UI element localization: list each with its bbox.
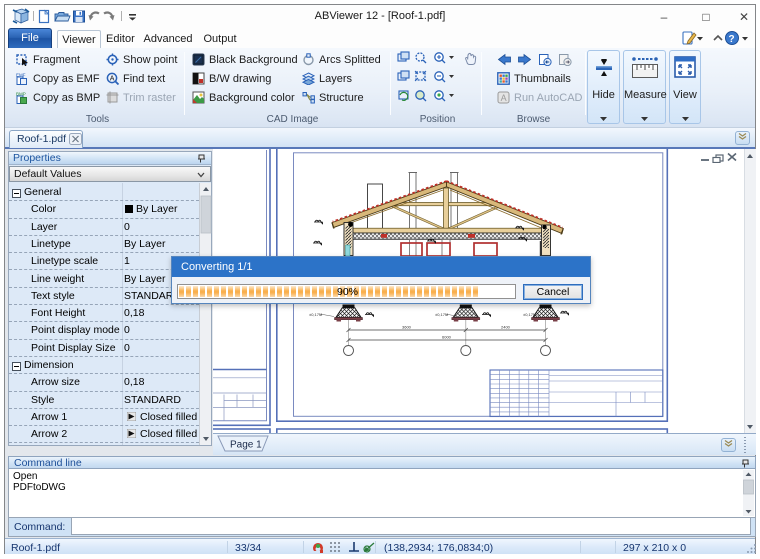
svg-text:6000: 6000: [442, 335, 452, 340]
svg-text:±0,17M: ±0,17M: [523, 312, 536, 317]
svg-text:2400: 2400: [501, 325, 511, 330]
svg-text:Page 1: Page 1: [230, 440, 262, 451]
svg-text:A: A: [501, 93, 507, 103]
svg-text:±0,17M: ±0,17M: [435, 312, 448, 317]
svg-text:3600: 3600: [402, 325, 412, 330]
svg-text:?: ?: [729, 34, 735, 45]
svg-text:±0,17M: ±0,17M: [309, 312, 322, 317]
svg-text:A: A: [110, 76, 115, 83]
